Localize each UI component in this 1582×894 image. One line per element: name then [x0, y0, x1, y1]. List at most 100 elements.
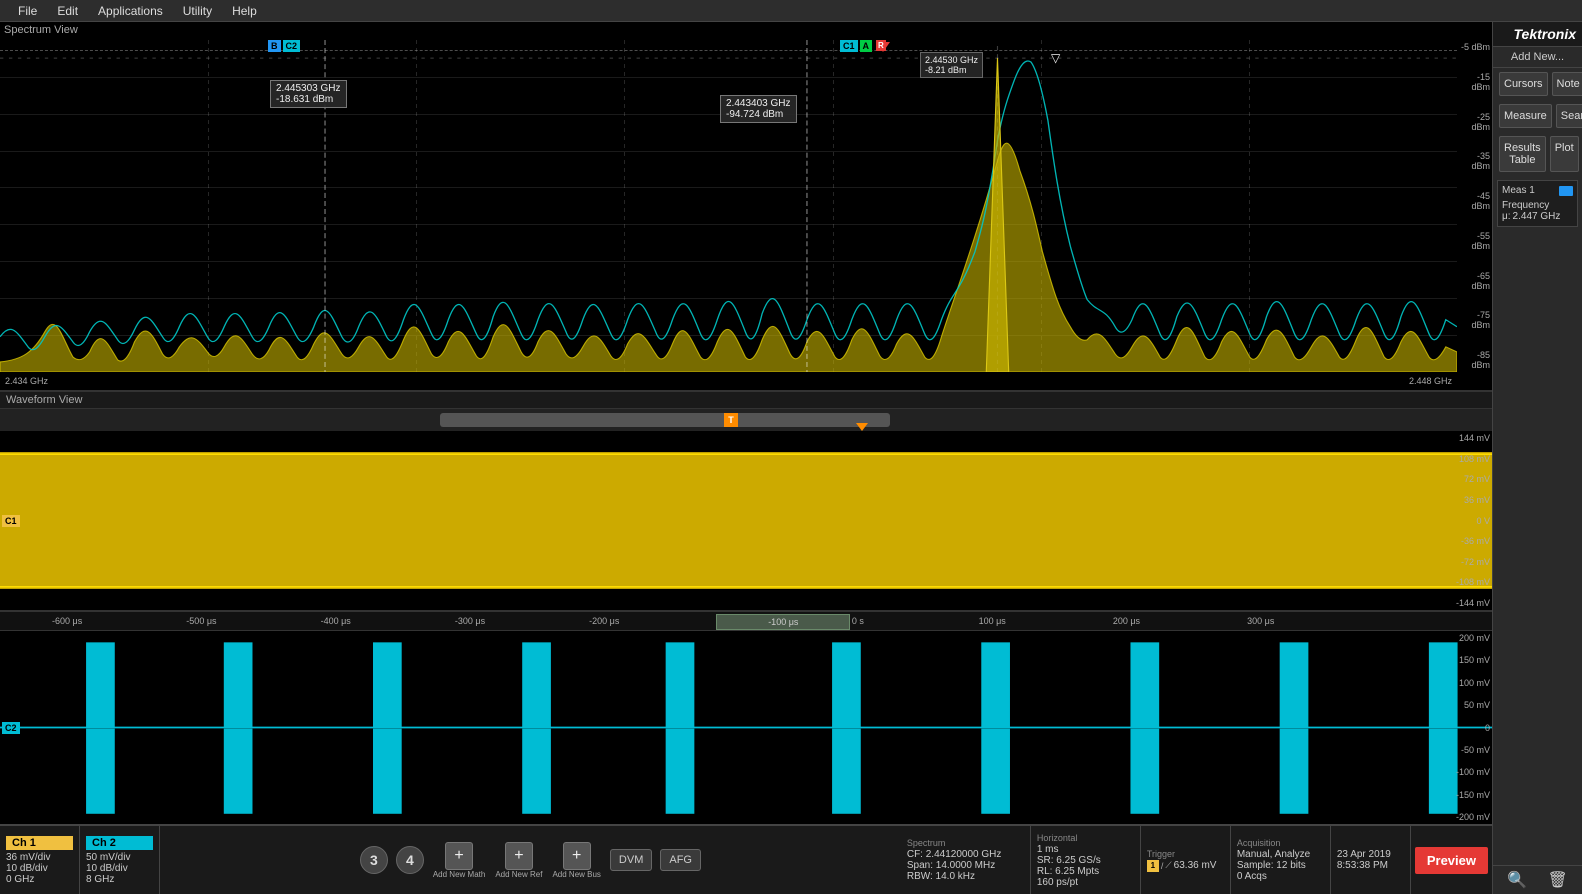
time-label-8: 200 μs [1113, 616, 1140, 626]
preview-button[interactable]: Preview [1415, 847, 1488, 874]
trash-icon[interactable]: 🗑 [1547, 870, 1567, 890]
spectrum-y-label-8: -85 dBm [1459, 350, 1490, 370]
datetime-info: 23 Apr 2019 8:53:38 PM [1331, 826, 1411, 894]
horizontal-scale: 1 ms [1037, 844, 1134, 855]
time-highlight: -100 μs [716, 614, 850, 630]
waveform-content: C1 144 mV 108 mV 72 mV 36 mV 0 [0, 431, 1492, 824]
main-layout: Spectrum View -5 dBm -15 dBm -25 dBm -35… [0, 22, 1582, 894]
time-label-3: -300 μs [455, 616, 485, 626]
ch1-freq: 0 GHz [6, 874, 73, 885]
meas1-panel: Meas 1 Frequency μ: 2.447 GHz [1497, 180, 1578, 227]
cursor-a-markers: C1 A [840, 40, 872, 52]
meas1-type: Frequency [1502, 200, 1573, 211]
ch1-waveform-svg [0, 431, 1492, 610]
horizontal-rl: RL: 6.25 Mpts [1037, 866, 1134, 877]
afg-button[interactable]: AFG [660, 849, 701, 871]
search-button[interactable]: Search [1556, 104, 1582, 128]
spectrum-view-title: Spectrum View [4, 24, 78, 36]
add-ref-group: + Add New Ref [492, 842, 545, 879]
spectrum-x-axis: 2.434 GHz 2.448 GHz [0, 372, 1457, 390]
waveform-view: Waveform View T C1 [0, 392, 1492, 824]
cursor-b-markers: B C2 [268, 40, 300, 52]
ch2-info: Ch 2 50 mV/div 10 dB/div 8 GHz [80, 826, 160, 894]
menu-applications[interactable]: Applications [88, 2, 173, 20]
menubar: File Edit Applications Utility Help [0, 0, 1582, 22]
sidebar-bottom-icons: 🔍 🗑 [1493, 865, 1582, 894]
meas1-label: Meas 1 [1502, 185, 1535, 196]
spectrum-canvas[interactable]: B C2 2.445303 GHz -18.631 dBm C1 A 2.443… [0, 40, 1457, 372]
waveform-nav[interactable]: T [0, 409, 1492, 431]
horizontal-info: Horizontal 1 ms SR: 6.25 GS/s RL: 6.25 M… [1031, 826, 1141, 894]
measure-search-row: Measure Search [1497, 102, 1578, 130]
menu-help[interactable]: Help [222, 2, 267, 20]
time-axis: -600 μs -500 μs -400 μs -300 μs -200 μs … [0, 611, 1492, 631]
zoom-icon[interactable]: 🔍 [1507, 870, 1527, 890]
oscilloscope-area: Spectrum View -5 dBm -15 dBm -25 dBm -35… [0, 22, 1492, 894]
time-label-9: 300 μs [1247, 616, 1274, 626]
add-bus-btn[interactable]: + [563, 842, 591, 870]
measure-button[interactable]: Measure [1499, 104, 1552, 128]
trigger-label: Trigger [1147, 849, 1224, 859]
add-new-button[interactable]: Add New... [1493, 47, 1582, 68]
results-table-button[interactable]: Results Table [1499, 136, 1546, 172]
nav-scrollbar[interactable] [440, 413, 890, 427]
spectrum-y-label-6: -65 dBm [1459, 271, 1490, 291]
add-bus-group: + Add New Bus [549, 842, 603, 879]
bottom-bar: Ch 1 36 mV/div 10 dB/div 0 GHz Ch 2 50 m… [0, 824, 1492, 894]
trigger-t-nav: T [724, 413, 738, 427]
add-bus-label: Add New Bus [552, 870, 600, 879]
note-button[interactable]: Note [1552, 72, 1582, 96]
ch2-waveform-area[interactable]: C2 [0, 631, 1492, 824]
plot-button[interactable]: Plot [1550, 136, 1579, 172]
meas1-header: Meas 1 [1502, 185, 1573, 196]
bottom-center: 3 4 + Add New Math + Add New Ref + Add N… [160, 826, 901, 894]
spectrum-y-label-5: -55 dBm [1459, 231, 1490, 251]
menu-edit[interactable]: Edit [47, 2, 88, 20]
spectrum-y-label-1: -15 dBm [1459, 72, 1490, 92]
cursor-a-readout: 2.443403 GHz -94.724 dBm [720, 95, 797, 123]
cursor-b-channel: C2 [283, 40, 301, 52]
spectrum-y-label-4: -45 dBm [1459, 191, 1490, 211]
ch2-freq: 8 GHz [86, 874, 153, 885]
menu-utility[interactable]: Utility [173, 2, 222, 20]
spectrum-rbw: RBW: 14.0 kHz [907, 871, 1024, 882]
time-label-6: 0 s [852, 616, 864, 626]
meas1-color-indicator [1559, 186, 1573, 196]
cursor-r-readout: 2.44530 GHz -8.21 dBm [920, 52, 983, 78]
time-label-4: -200 μs [589, 616, 619, 626]
add-math-btn[interactable]: + [445, 842, 473, 870]
add-ref-btn[interactable]: + [505, 842, 533, 870]
spectrum-y-label-2: -25 dBm [1459, 112, 1490, 132]
spectrum-y-label-0: -5 dBm [1459, 42, 1490, 52]
dvm-button[interactable]: DVM [610, 849, 652, 871]
right-sidebar: Tektronix Add New... Cursors Note Measur… [1492, 22, 1582, 894]
cursor-white-triangle: ▽ [1045, 42, 1057, 51]
acquisition-acqs: 0 Acqs [1237, 871, 1324, 882]
time-label-1: -500 μs [186, 616, 216, 626]
horizontal-sr: SR: 6.25 GS/s [1037, 855, 1134, 866]
menu-file[interactable]: File [8, 2, 47, 20]
meas1-value-row: μ: 2.447 GHz [1502, 211, 1573, 222]
spectrum-cf: CF: 2.44120000 GHz [907, 849, 1024, 860]
trigger-edge: ⟋ [1165, 860, 1171, 871]
ch1-waveform-area[interactable]: C1 144 mV 108 mV 72 mV 36 mV 0 [0, 431, 1492, 611]
ch2-badge: C2 [2, 722, 20, 734]
cursor-r-label: R [876, 40, 886, 51]
ch1-y-axis: 144 mV 108 mV 72 mV 36 mV 0 V -36 mV -72… [1444, 431, 1492, 610]
btn-4[interactable]: 4 [396, 846, 424, 874]
spectrum-y-label-3: -35 dBm [1459, 151, 1490, 171]
ch1-scale1: 36 mV/div [6, 852, 73, 863]
cursors-button[interactable]: Cursors [1499, 72, 1548, 96]
spectrum-x-label-6: 2.448 GHz [1409, 376, 1452, 386]
spectrum-info: Spectrum CF: 2.44120000 GHz Span: 14.000… [901, 826, 1031, 894]
acquisition-label: Acquisition [1237, 838, 1324, 848]
btn-3[interactable]: 3 [360, 846, 388, 874]
cursor-a-channel: C1 [840, 40, 858, 52]
meas1-value-label: μ: [1502, 211, 1511, 222]
trigger-marker-nav [856, 423, 868, 431]
ch1-scale2: 10 dB/div [6, 863, 73, 874]
date-display: 23 Apr 2019 [1337, 849, 1404, 860]
spectrum-view: Spectrum View -5 dBm -15 dBm -25 dBm -35… [0, 22, 1492, 392]
ch1-info: Ch 1 36 mV/div 10 dB/div 0 GHz [0, 826, 80, 894]
spectrum-label: Spectrum [907, 838, 1024, 848]
